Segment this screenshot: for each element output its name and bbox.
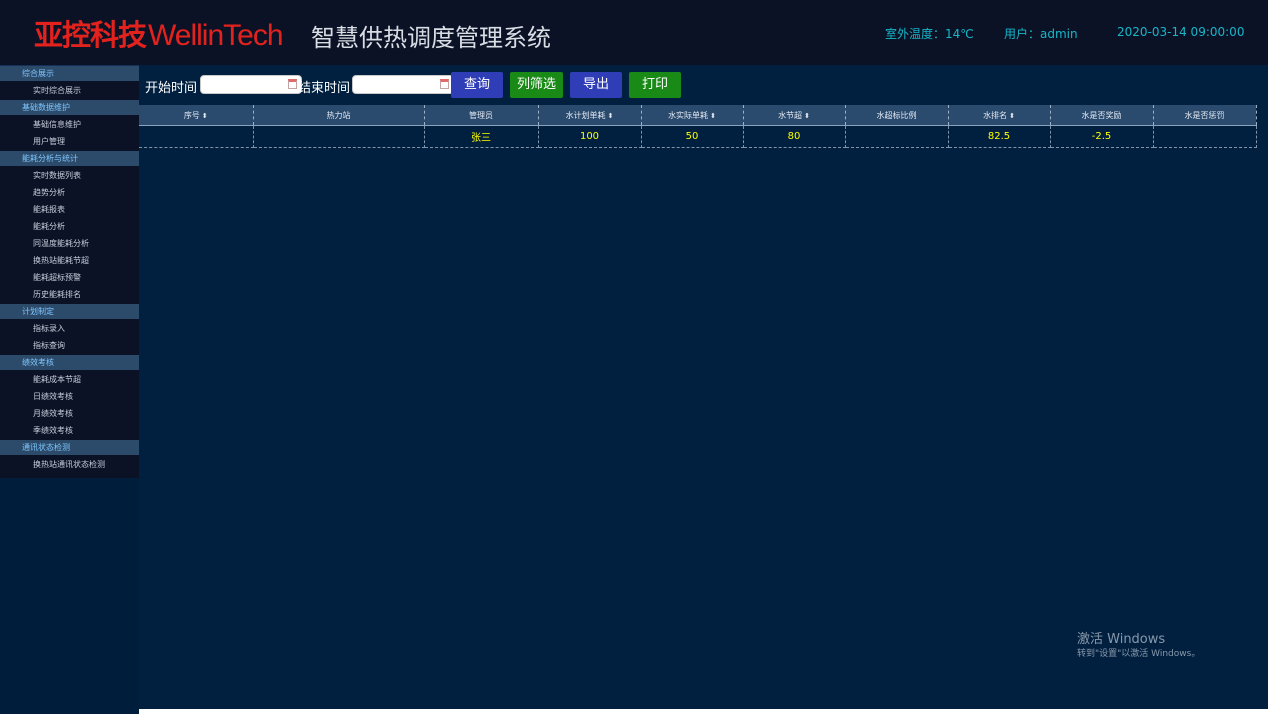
sort-icon[interactable]: ⬍ [710, 112, 716, 120]
sidebar-item[interactable]: 基础信息维护 [0, 117, 139, 132]
sidebar-item[interactable]: 指标查询 [0, 338, 139, 353]
sidebar-item[interactable]: 实时数据列表 [0, 168, 139, 183]
current-user[interactable]: 用户：admin [1004, 25, 1078, 42]
column-header: 管理员 [424, 105, 539, 126]
sidebar-item[interactable]: 能耗超标预警 [0, 270, 139, 285]
end-time-label: 结束时间 [298, 81, 351, 96]
column-header: 水超标比例 [845, 105, 949, 126]
export-button[interactable]: 导出 [570, 72, 622, 98]
print-button[interactable]: 打印 [629, 72, 681, 98]
table-cell: 50 [641, 125, 744, 148]
column-header[interactable]: 水排名 ⬍ [948, 105, 1051, 126]
sidebar-footer [0, 478, 139, 714]
sidebar-item[interactable]: 季绩效考核 [0, 423, 139, 438]
sidebar-item[interactable]: 能耗分析 [0, 219, 139, 234]
column-header: 水是否惩罚 [1153, 105, 1257, 126]
column-header-label: 热力站 [326, 110, 351, 120]
sort-icon[interactable]: ⬍ [202, 112, 208, 120]
windows-activation-hint: 转到"设置"以激活 Windows。 [1077, 649, 1201, 659]
main-content: 开始时间 结束时间 查询 列筛选 导出 打印 序号 ⬍ 热力站 管理员 水计划单耗 ⬍ 水实… [139, 65, 1268, 709]
column-header-label: 水是否惩罚 [1184, 110, 1225, 120]
outdoor-temperature: 室外温度：14℃ [885, 27, 974, 41]
sidebar-item[interactable]: 历史能耗排名 [0, 287, 139, 302]
column-header[interactable]: 序号 ⬍ [139, 105, 254, 126]
column-header-label: 水节超 [778, 110, 803, 120]
sidebar-group[interactable]: 综合展示 [0, 66, 139, 81]
table-cell [139, 125, 254, 148]
start-time-input[interactable] [200, 75, 302, 94]
calendar-icon[interactable] [288, 79, 297, 89]
sidebar-item[interactable]: 换热站能耗节超 [0, 253, 139, 268]
sidebar-item[interactable]: 同温度能耗分析 [0, 236, 139, 251]
column-filter-button[interactable]: 列筛选 [510, 72, 563, 98]
calendar-icon[interactable] [440, 79, 449, 89]
company-logo: 亚控科技 WellinTech [34, 12, 284, 52]
sidebar-group[interactable]: 基础数据维护 [0, 100, 139, 115]
sidebar-group[interactable]: 计划制定 [0, 304, 139, 319]
end-time-input[interactable] [352, 75, 454, 94]
table-header-row: 序号 ⬍ 热力站 管理员 水计划单耗 ⬍ 水实际单耗 ⬍ 水节超 ⬍ 水超标比例 水排名 ⬍ 水是否奖励水… [139, 105, 1257, 126]
logo-en-text: WellinTech [148, 19, 284, 52]
sidebar-item[interactable]: 月绩效考核 [0, 406, 139, 421]
sidebar-item[interactable]: 换热站通讯状态检测 [0, 457, 139, 472]
sort-icon[interactable]: ⬍ [1009, 112, 1015, 120]
table-row[interactable]: 张三 100 50 80 82.5 -2.5 [139, 125, 1257, 148]
table-cell: -2.5 [1050, 125, 1154, 148]
table-cell [1153, 125, 1257, 148]
column-header-label: 水实际单耗 [668, 110, 709, 120]
start-time-label: 开始时间 [145, 81, 198, 96]
column-header-label: 序号 [183, 110, 200, 120]
column-header[interactable]: 水计划单耗 ⬍ [538, 105, 642, 126]
current-datetime: 2020-03-14 09:00:00 [1117, 25, 1245, 39]
column-header-label: 水是否奖励 [1081, 110, 1122, 120]
table-cell [845, 125, 949, 148]
windows-activation-title: 激活 Windows [1077, 632, 1166, 647]
query-toolbar: 开始时间 结束时间 查询 列筛选 导出 打印 [139, 65, 1268, 105]
sort-icon[interactable]: ⬍ [804, 112, 810, 120]
sidebar-item[interactable]: 指标录入 [0, 321, 139, 336]
column-header: 水是否奖励 [1050, 105, 1154, 126]
app-header: 亚控科技 WellinTech 智慧供热调度管理系统 室外温度：14℃ 用户：a… [0, 0, 1268, 65]
column-header-label: 水排名 [983, 110, 1008, 120]
table-cell: 100 [538, 125, 642, 148]
sidebar-item[interactable]: 实时综合展示 [0, 83, 139, 98]
column-header[interactable]: 水实际单耗 ⬍ [641, 105, 744, 126]
sidebar-group[interactable]: 能耗分析与统计 [0, 151, 139, 166]
table-cell: 80 [743, 125, 846, 148]
table-cell: 张三 [424, 125, 539, 148]
column-header-label: 水超标比例 [876, 110, 917, 120]
sidebar-item[interactable]: 能耗报表 [0, 202, 139, 217]
sidebar-item[interactable]: 日绩效考核 [0, 389, 139, 404]
sidebar-group[interactable]: 绩效考核 [0, 355, 139, 370]
sort-icon[interactable]: ⬍ [608, 112, 614, 120]
logo-cn-text: 亚控科技 [34, 18, 147, 52]
table-cell: 82.5 [948, 125, 1051, 148]
sidebar-group[interactable]: 通讯状态检测 [0, 440, 139, 455]
data-table: 序号 ⬍ 热力站 管理员 水计划单耗 ⬍ 水实际单耗 ⬍ 水节超 ⬍ 水超标比例 水排名 ⬍ 水是否奖励水… [139, 105, 1257, 148]
column-header-label: 水计划单耗 [565, 110, 606, 120]
table-cell [253, 125, 425, 148]
column-header-label: 管理员 [469, 110, 493, 120]
query-button[interactable]: 查询 [451, 72, 503, 98]
sidebar-nav: 综合展示实时综合展示 基础数据维护 基础信息维护 用户管理能耗分析与统计 实时数据列表趋… [0, 65, 139, 479]
sidebar-item[interactable]: 能耗成本节超 [0, 372, 139, 387]
system-title: 智慧供热调度管理系统 [311, 24, 551, 52]
sidebar-item[interactable]: 趋势分析 [0, 185, 139, 200]
column-header: 热力站 [253, 105, 425, 126]
sidebar-item[interactable]: 用户管理 [0, 134, 139, 149]
column-header[interactable]: 水节超 ⬍ [743, 105, 846, 126]
